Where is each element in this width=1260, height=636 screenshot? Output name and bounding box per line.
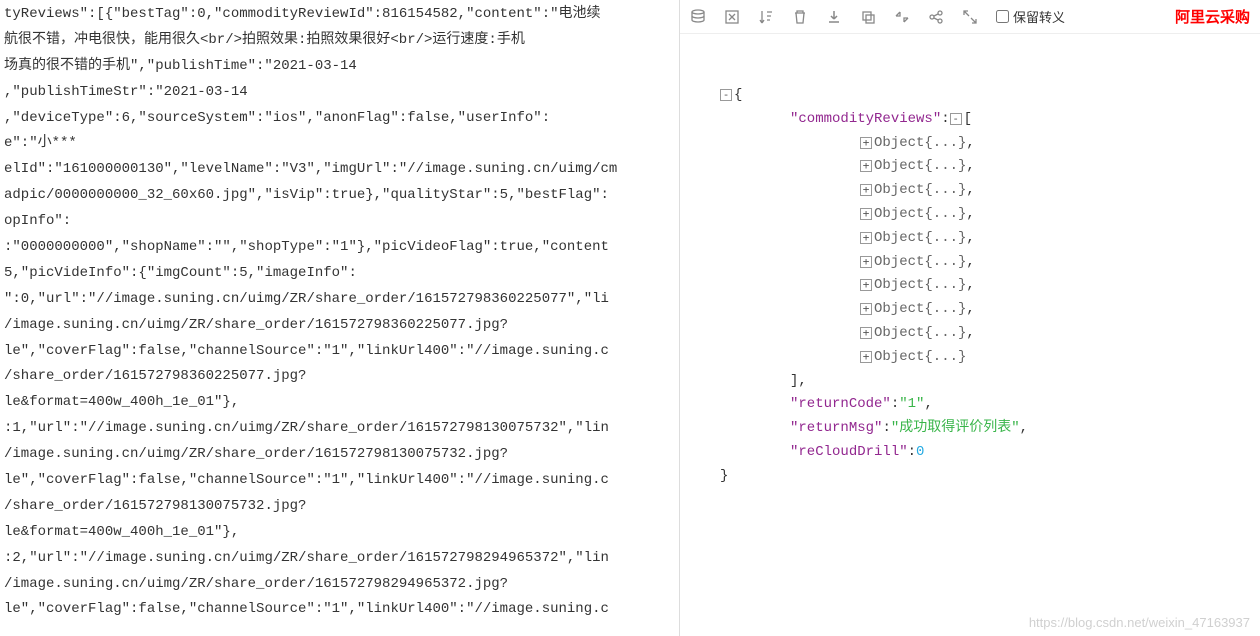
expand-toggle[interactable]: + <box>860 351 872 363</box>
copy-icon[interactable] <box>860 9 876 25</box>
collapse-toggle[interactable]: - <box>950 113 962 125</box>
collapsed-object-row: +Object{...}, <box>720 203 1250 227</box>
expand-icon[interactable] <box>962 9 978 25</box>
expand-toggle[interactable]: + <box>860 137 872 149</box>
trash-icon[interactable] <box>792 9 808 25</box>
collapsed-object-row: +Object{...}, <box>720 298 1250 322</box>
preserve-escape-label: 保留转义 <box>1013 7 1065 26</box>
json-toolbar: 保留转义 阿里云采购 <box>680 0 1260 34</box>
preserve-escape-checkbox[interactable]: 保留转义 <box>996 7 1065 26</box>
download-icon[interactable] <box>826 9 842 25</box>
formatted-json-panel: 保留转义 阿里云采购 -{ "commodityReviews":-[ +Obj… <box>680 0 1260 636</box>
collapsed-object-row: +Object{...}, <box>720 251 1250 275</box>
expand-toggle[interactable]: + <box>860 327 872 339</box>
expand-toggle[interactable]: + <box>860 303 872 315</box>
cancel-icon[interactable] <box>724 9 740 25</box>
sort-icon[interactable] <box>758 9 774 25</box>
expand-toggle[interactable]: + <box>860 160 872 172</box>
raw-json-panel: tyReviews":[{"bestTag":0,"commodityRevie… <box>0 0 680 636</box>
collapsed-object-row: +Object{...}, <box>720 274 1250 298</box>
collapse-toggle[interactable]: - <box>720 89 732 101</box>
collapsed-object-row: +Object{...}, <box>720 155 1250 179</box>
collapsed-object-row: +Object{...}, <box>720 179 1250 203</box>
compress-icon[interactable] <box>894 9 910 25</box>
json-tree: -{ "commodityReviews":-[ +Object{...},+O… <box>680 34 1260 636</box>
expand-toggle[interactable]: + <box>860 208 872 220</box>
collapsed-object-row: +Object{...}, <box>720 132 1250 156</box>
collapsed-object-row: +Object{...} <box>720 346 1250 370</box>
collapsed-object-row: +Object{...}, <box>720 322 1250 346</box>
collapsed-object-row: +Object{...}, <box>720 227 1250 251</box>
database-icon[interactable] <box>690 9 706 25</box>
share-icon[interactable] <box>928 9 944 25</box>
expand-toggle[interactable]: + <box>860 256 872 268</box>
brand-link[interactable]: 阿里云采购 <box>1175 6 1250 27</box>
preserve-escape-input[interactable] <box>996 10 1009 23</box>
expand-toggle[interactable]: + <box>860 184 872 196</box>
expand-toggle[interactable]: + <box>860 279 872 291</box>
expand-toggle[interactable]: + <box>860 232 872 244</box>
